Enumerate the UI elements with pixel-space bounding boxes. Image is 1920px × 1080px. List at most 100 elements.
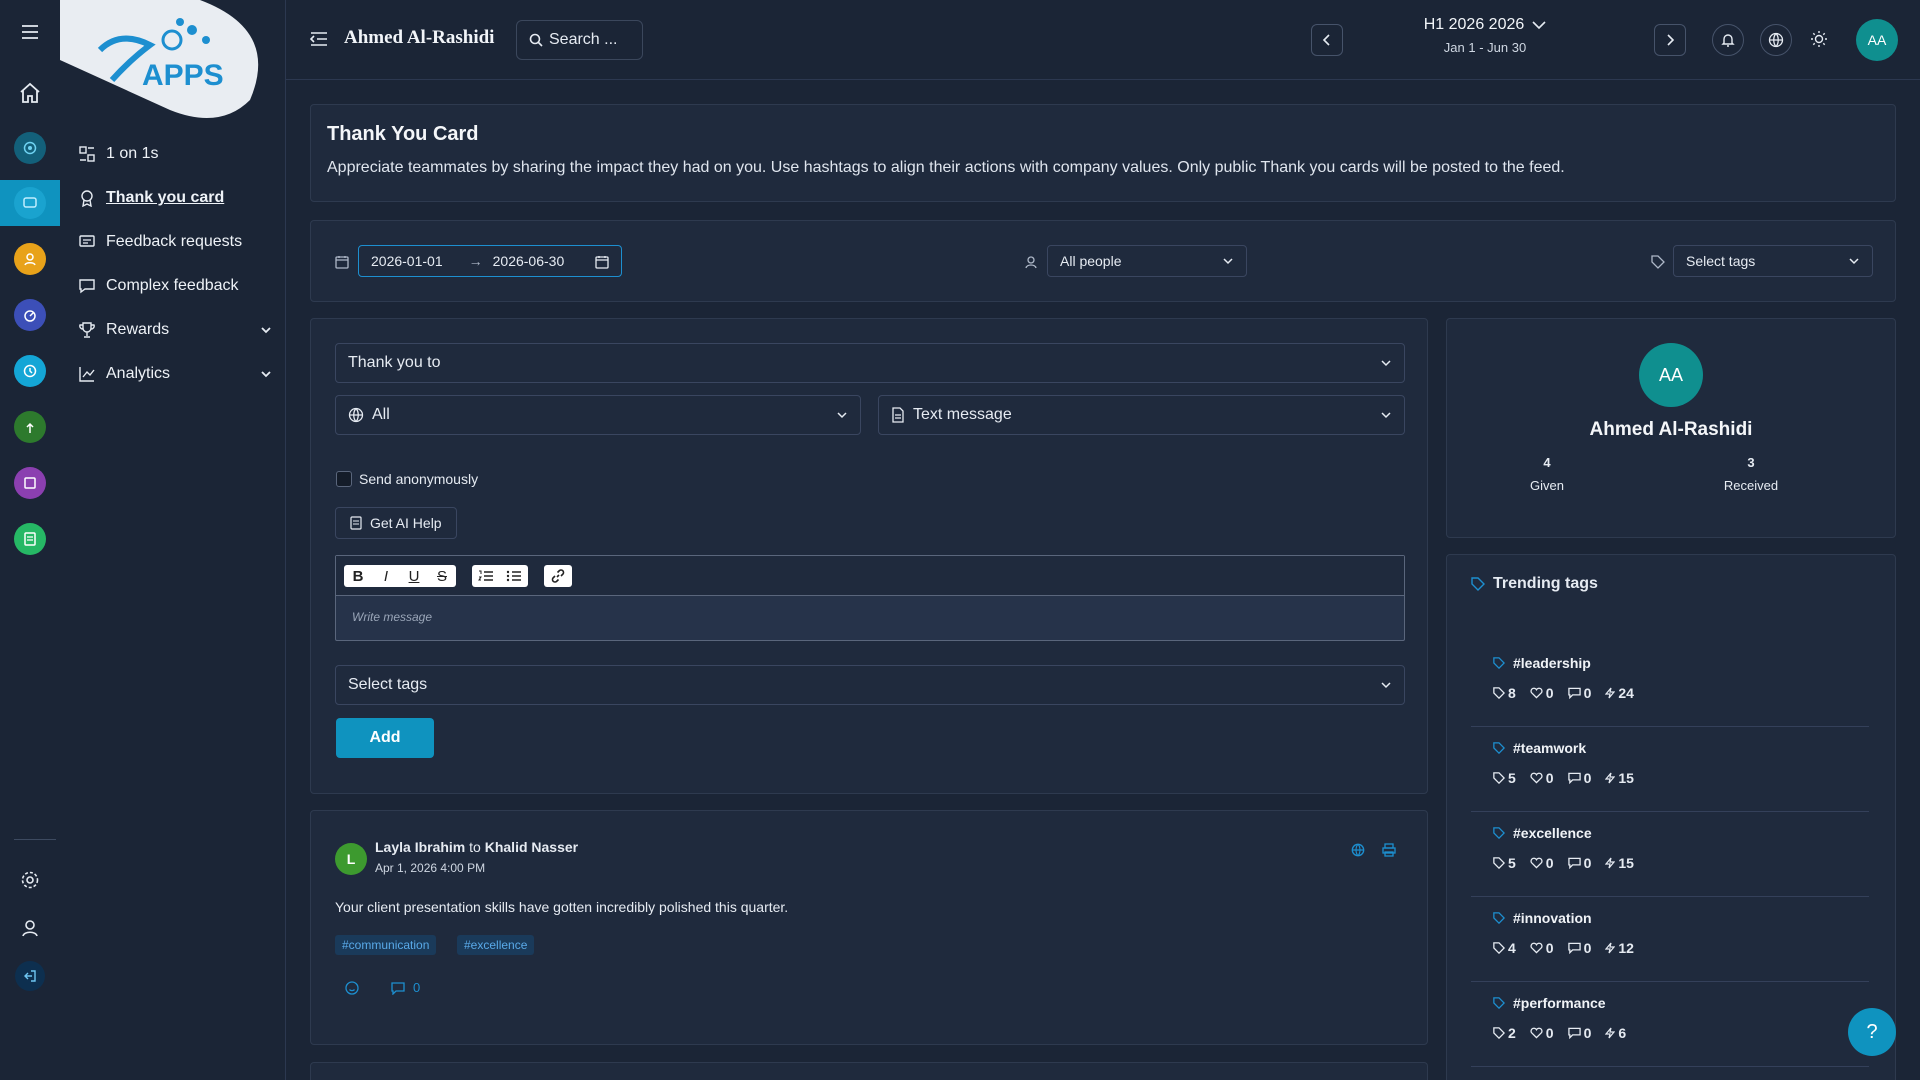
ai-doc-icon [350,516,362,530]
feedback-module-icon[interactable] [0,180,60,226]
tag-likes: 0 [1530,685,1554,701]
print-icon[interactable] [1382,843,1396,857]
sidebar-item-rewards[interactable]: Rewards [78,310,278,350]
ai-help-label: Get AI Help [370,515,442,531]
sidebar-item-label: 1 on 1s [106,145,159,162]
feed-header: Layla Ibrahim to Khalid Nasser [375,839,578,855]
people-filter-select[interactable]: All people [1047,245,1247,277]
add-button[interactable]: Add [336,718,434,758]
message-input[interactable]: Write message [352,610,432,624]
period-selector[interactable]: H1 2026 2026 Jan 1 - Jun 30 [1400,16,1570,55]
sidebar-item-feedback-requests[interactable]: Feedback requests [78,222,242,262]
surveys-icon[interactable] [0,460,60,506]
tag-icon [1493,997,1505,1009]
performance-icon[interactable] [0,292,60,338]
menu-icon[interactable] [0,9,60,55]
message-editor: B I U S Write message [335,555,1405,641]
italic-button[interactable]: I [374,568,398,585]
home-icon[interactable] [0,70,60,116]
sidebar-item-complex-feedback[interactable]: Complex feedback [78,266,239,306]
help-button[interactable]: ? [1848,1008,1896,1056]
feed-tag[interactable]: #excellence [457,935,535,955]
heart-icon [1530,1027,1543,1039]
underline-button[interactable]: U [402,568,426,585]
feed-recipient[interactable]: Khalid Nasser [485,839,578,855]
period-title: H1 2026 2026 [1423,16,1525,33]
bell-icon [1721,34,1735,47]
bullet-list-icon[interactable] [506,569,522,583]
tag-likes: 0 [1530,855,1554,871]
profile-icon[interactable] [0,905,60,951]
company-logo: APPS [60,0,259,118]
trending-tag-row[interactable]: #leadership 8 0 0 24 [1471,655,1869,727]
calendar-icon [595,256,609,269]
tag-icon [1493,912,1505,924]
tag-uses: 5 [1493,855,1516,871]
profile-summary: AA Ahmed Al-Rashidi 4 Given 3 Received [1446,318,1896,538]
trending-tag-row[interactable]: #innovation 4 0 0 12 [1471,910,1869,982]
sidebar-item-1on1s[interactable]: 1 on 1s [78,134,158,174]
profile-avatar: AA [1639,343,1703,407]
next-period-button[interactable] [1654,24,1686,56]
tags-placeholder: Select tags [348,676,428,693]
tag-score: 12 [1605,940,1634,956]
clock-icon[interactable] [0,348,60,394]
bolt-icon [1605,942,1616,954]
tag-count-icon [1493,857,1505,869]
tag-count-icon [1493,1027,1505,1039]
strikethrough-button[interactable]: S [430,568,454,585]
sidebar-item-label: Analytics [106,365,171,382]
tag-icon [1493,827,1505,839]
trending-tag-row[interactable]: #performance 2 0 0 6 [1471,995,1869,1067]
user-avatar[interactable]: AA [1856,19,1898,61]
recipient-select[interactable]: Thank you to [335,343,1405,383]
chat-icon [79,279,95,294]
logout-icon[interactable] [0,953,60,999]
given-label: Given [1530,478,1564,493]
heart-icon [1530,772,1543,784]
message-type-select[interactable]: Text message [878,395,1405,435]
bold-button[interactable]: B [346,568,370,585]
goals-icon[interactable] [0,125,60,171]
feed-tag[interactable]: #communication [335,935,437,955]
trending-tag-row[interactable]: #teamwork 5 0 0 15 [1471,740,1869,812]
tag-icon [1471,577,1485,591]
reports-icon[interactable] [0,516,60,562]
ordered-list-icon[interactable] [478,569,494,583]
search-button[interactable]: Search ... [516,20,643,60]
chevron-down-icon [1381,412,1391,419]
trending-tag-row[interactable]: #excellence 5 0 0 15 [1471,825,1869,897]
tag-comments: 0 [1567,855,1591,871]
heart-icon [1530,687,1543,699]
comment-icon[interactable] [391,981,405,995]
link-icon[interactable] [550,568,566,584]
date-to: 2026-06-30 [492,253,565,269]
anonymous-checkbox[interactable] [336,471,352,487]
people-icon[interactable] [0,236,60,282]
editor-toolbar: B I U S [336,556,1404,596]
tags-select[interactable]: Select tags [335,665,1405,705]
prev-period-button[interactable] [1311,24,1343,56]
comment-icon [1567,942,1581,954]
chevron-down-icon [1223,258,1233,265]
react-icon[interactable] [345,981,359,995]
date-range-picker[interactable]: 2026-01-01 → 2026-06-30 [358,245,622,277]
theme-toggle[interactable] [1810,30,1828,53]
visibility-select[interactable]: All [335,395,861,435]
heart-icon [1530,942,1543,954]
ai-help-button[interactable]: Get AI Help [335,507,457,539]
tag-comments: 0 [1567,940,1591,956]
growth-icon[interactable] [0,404,60,450]
feed-sender[interactable]: Layla Ibrahim [375,839,465,855]
sidebar-item-thank-you-card[interactable]: Thank you card [78,178,224,218]
notifications-button[interactable] [1712,24,1744,56]
sidebar-item-analytics[interactable]: Analytics [78,354,278,394]
sidebar-item-label: Thank you card [106,189,225,206]
trending-tag-name: #teamwork [1493,740,1586,756]
settings-icon[interactable] [0,857,60,903]
language-button[interactable] [1760,24,1792,56]
globe-icon [1351,843,1365,857]
collapse-sidebar-icon[interactable] [310,31,328,47]
tags-filter-select[interactable]: Select tags [1673,245,1873,277]
trending-tag-stats: 2006 [1493,1025,1626,1041]
